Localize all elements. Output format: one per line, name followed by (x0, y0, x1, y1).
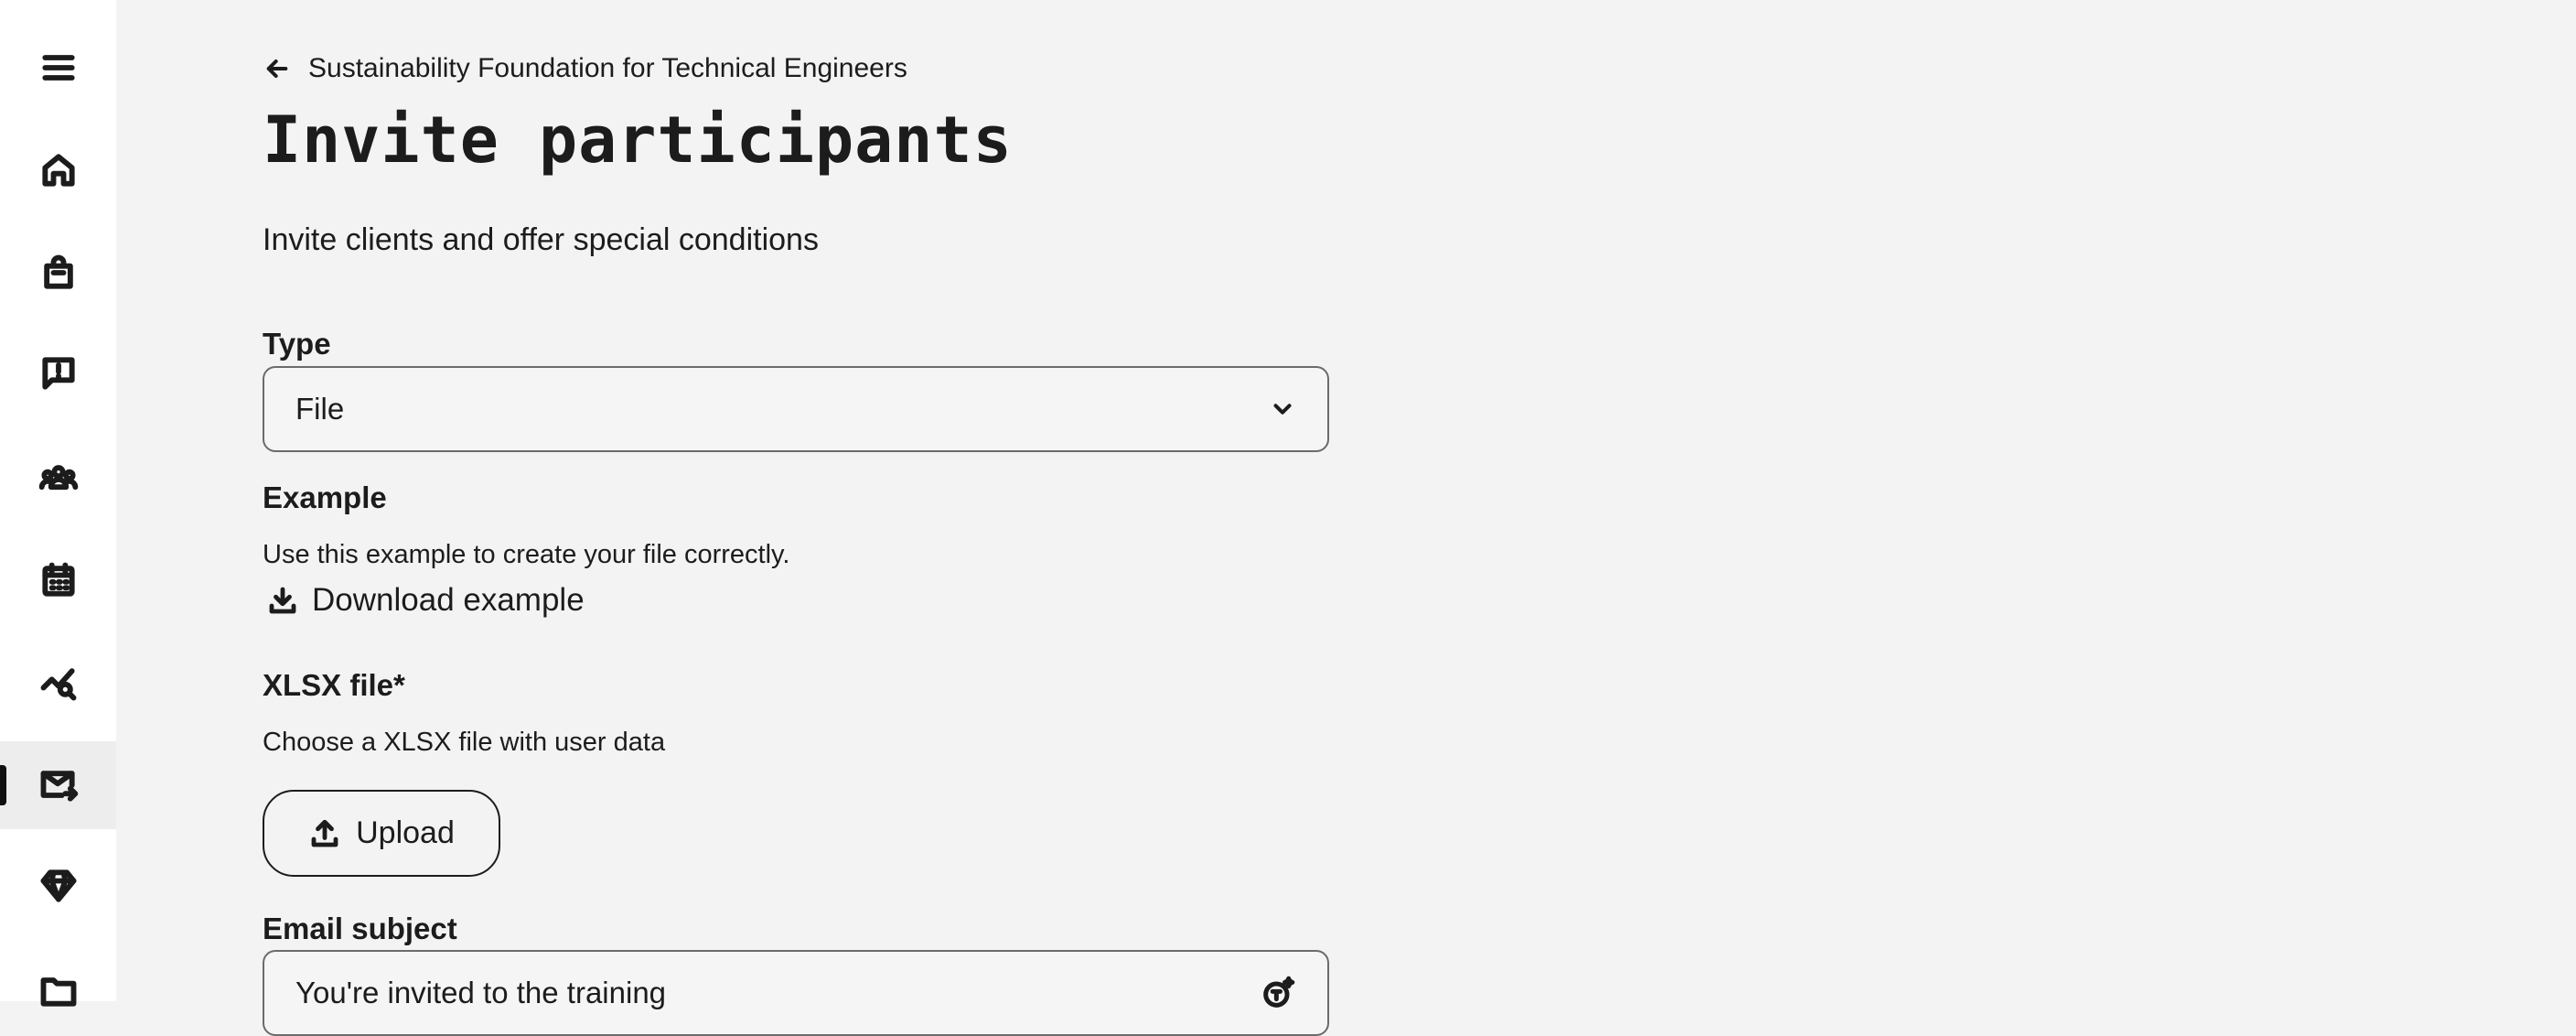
example-label: Example (263, 480, 387, 514)
chevron-down-icon (1273, 404, 1292, 415)
sidebar-item-invitations[interactable] (0, 741, 116, 829)
shopping-bag-icon (43, 254, 73, 289)
download-example-label: Download example (312, 582, 585, 618)
home-icon (41, 154, 75, 187)
calendar-icon (41, 562, 75, 597)
type-select[interactable]: File (263, 366, 1329, 452)
back-link[interactable]: Sustainability Foundation for Technical … (263, 53, 907, 84)
email-subject-value: You're invited to the training (295, 976, 667, 1009)
breadcrumb-label: Sustainability Foundation for Technical … (308, 53, 907, 83)
type-label: Type (263, 327, 331, 361)
page-title: Invite participants (263, 103, 1013, 178)
sidebar-item-feedback[interactable] (0, 329, 116, 417)
example-description: Use this example to create your file cor… (263, 540, 790, 569)
sidebar-item-home[interactable] (0, 126, 116, 214)
download-icon (269, 587, 296, 614)
folder-icon (40, 977, 76, 1007)
sidebar-item-analytics[interactable] (0, 639, 116, 727)
type-select-value: File (295, 392, 345, 426)
diamond-icon (40, 869, 76, 902)
feedback-icon (41, 357, 75, 390)
sidebar-item-premium[interactable] (0, 842, 116, 930)
sidebar (0, 0, 116, 1007)
sidebar-item-calendar[interactable] (0, 536, 116, 624)
arrow-left-icon (266, 59, 288, 78)
email-subject-label: Email subject (263, 912, 457, 945)
email-subject-input[interactable]: You're invited to the training (263, 950, 1329, 1036)
sidebar-item-shop[interactable] (0, 229, 116, 317)
download-example-button[interactable]: Download example (266, 582, 585, 619)
analytics-icon (40, 668, 76, 701)
xlsx-file-label: XLSX file* (263, 668, 405, 702)
mail-forward-icon (40, 771, 78, 802)
groups-icon (38, 465, 78, 491)
upload-label: Upload (356, 815, 455, 850)
xlsx-file-description: Choose a XLSX file with user data (263, 728, 666, 757)
sidebar-item-files[interactable] (0, 946, 116, 1034)
sidebar-item-participants[interactable] (0, 435, 116, 523)
menu-icon (41, 55, 75, 81)
page-subtitle: Invite clients and offer special conditi… (263, 222, 819, 257)
upload-button[interactable]: Upload (263, 790, 500, 877)
menu-button[interactable] (0, 24, 116, 112)
upload-icon (311, 819, 338, 847)
ai-text-icon[interactable] (1260, 975, 1296, 1011)
